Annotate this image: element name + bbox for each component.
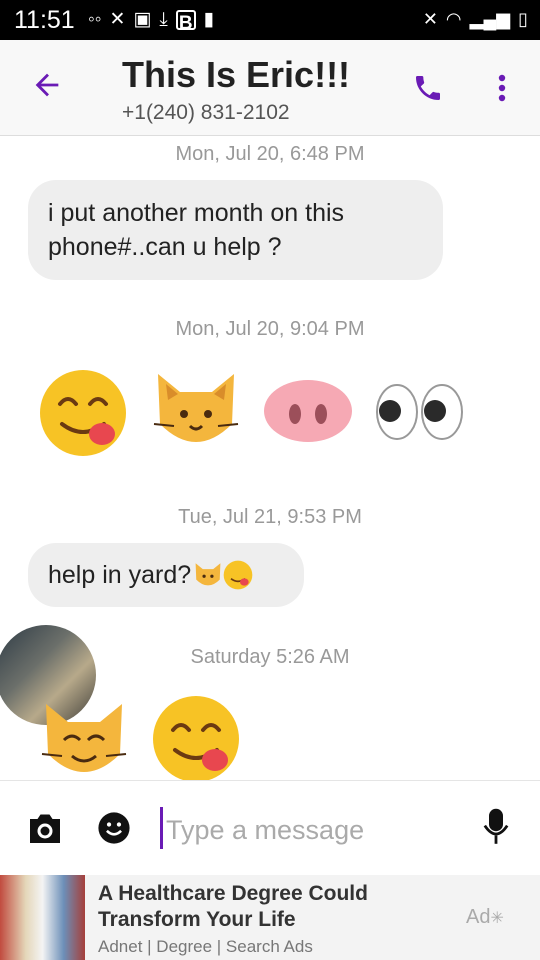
message-composer: Type a message (0, 780, 540, 876)
missed-call-icon: ✕ (109, 9, 126, 30)
message-timestamp: Tue, Jul 21, 9:53 PM (178, 506, 362, 528)
contact-name: This Is Eric!!! (122, 54, 351, 95)
eyes-emoji-icon[interactable] (374, 383, 466, 441)
voicemail-icon: ◦◦ (88, 9, 102, 30)
ad-source: Adnet | Degree | Search Ads (98, 937, 313, 956)
b-app-icon: B (175, 10, 196, 34)
message-timestamp: Mon, Jul 20, 6:48 PM (175, 143, 365, 165)
download-icon: ⤓ (159, 9, 168, 30)
mic-icon[interactable] (482, 807, 510, 847)
status-bar: 11:51 ◦◦ ✕ ▣ ⤓ B ▮ ✕ ◠ ▂▄▆ ▯ (0, 0, 540, 40)
mute-icon: ✕ (422, 9, 438, 29)
emoji-icon[interactable] (97, 811, 131, 845)
back-arrow-icon[interactable] (30, 68, 64, 102)
phone-call-icon[interactable] (412, 72, 444, 104)
signal-icon: ▂▄▆ (469, 9, 511, 29)
message-text: help in yard? (48, 561, 192, 589)
ad-headline[interactable]: A Healthcare Degree Could Transform Your… (98, 881, 398, 933)
yum-face-emoji-icon[interactable] (151, 694, 241, 784)
pig-nose-emoji-icon[interactable] (262, 378, 354, 444)
notification-icons: ◦◦ ✕ ▣ ⤓ B ▮ (88, 8, 215, 34)
text-cursor (160, 807, 163, 849)
sd-card-icon: ▮ (203, 9, 215, 30)
camera-icon[interactable] (27, 811, 63, 845)
cat-face-emoji-icon (195, 563, 221, 586)
message-timestamp: Mon, Jul 20, 9:04 PM (175, 318, 365, 340)
cat-face-emoji-icon[interactable] (150, 364, 242, 456)
battery-icon: ▯ (518, 9, 528, 29)
more-vert-icon[interactable] (490, 72, 514, 104)
ad-choices-icon[interactable]: ✳ (490, 910, 503, 927)
conversation-header: This Is Eric!!! +1(240) 831-2102 (0, 40, 540, 136)
cat-face-emoji-icon[interactable] (38, 694, 130, 786)
yum-face-emoji-icon[interactable] (38, 368, 128, 458)
image-icon: ▣ (133, 9, 152, 30)
wifi-icon: ◠ (445, 9, 462, 29)
contact-phone: +1(240) 831-2102 (122, 101, 290, 124)
ad-label: Ad✳ (466, 906, 504, 928)
incoming-message-bubble[interactable]: help in yard? (28, 543, 304, 607)
message-input[interactable]: Type a message (166, 815, 364, 846)
ad-banner[interactable]: A Healthcare Degree Could Transform Your… (0, 875, 540, 960)
yum-face-emoji-icon (223, 560, 253, 590)
status-time: 11:51 (14, 6, 75, 34)
system-icons: ✕ ◠ ▂▄▆ ▯ (423, 9, 528, 30)
incoming-message-bubble[interactable]: i put another month on this phone#..can … (28, 180, 443, 280)
ad-image[interactable] (0, 875, 85, 960)
